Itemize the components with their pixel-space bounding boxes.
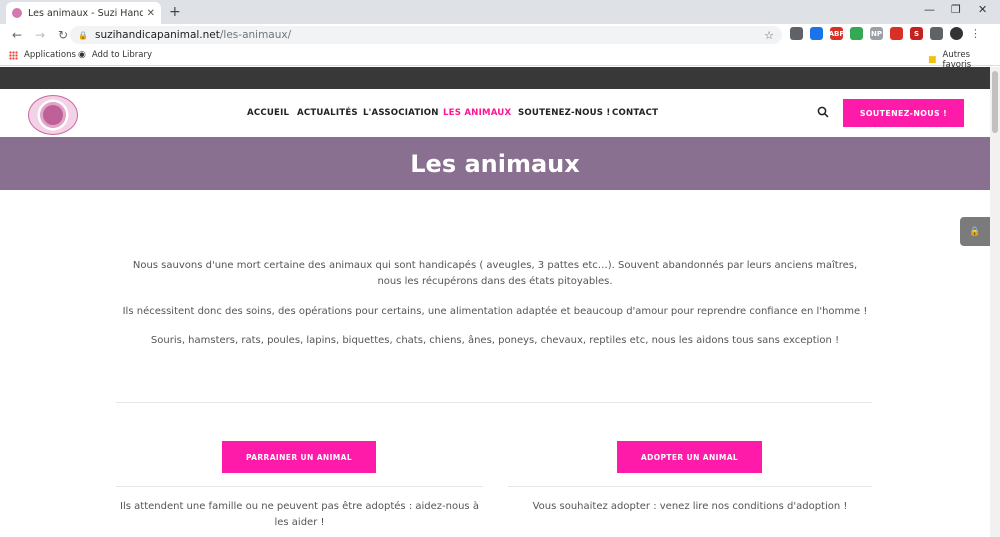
browser-tab-bar: Les animaux - Suzi Handicap Ani ✕ + — ❐ … bbox=[0, 0, 1000, 24]
species-paragraph: Souris, hamsters, rats, poules, lapins, … bbox=[150, 335, 840, 346]
adopt-description: Vous souhaitez adopter : venez lire nos … bbox=[532, 501, 848, 512]
minimize-icon[interactable]: — bbox=[924, 3, 935, 16]
address-bar-row: ← → ↻ 🔒 suzihandicapanimal.net /les-anim… bbox=[0, 24, 1000, 46]
logo-emblem bbox=[43, 105, 63, 125]
bookmark-add-to-library[interactable]: ◉ Add to Library bbox=[78, 50, 152, 60]
extension-icon[interactable] bbox=[810, 27, 823, 40]
extensions-toolbar: ABP NP S ⋮ bbox=[790, 27, 981, 40]
extension-icon[interactable] bbox=[890, 27, 903, 40]
side-lock-icon[interactable]: 🔒 bbox=[960, 217, 990, 246]
nav-item-accueil[interactable]: ACCUEIL bbox=[247, 108, 289, 118]
nav-item-soutenez-nous[interactable]: SOUTENEZ-NOUS ! bbox=[518, 108, 611, 118]
globe-icon: ◉ bbox=[78, 50, 86, 60]
url-input[interactable]: 🔒 suzihandicapanimal.net /les-animaux/ ☆ bbox=[70, 26, 782, 44]
back-icon[interactable]: ← bbox=[11, 28, 23, 42]
url-path: /les-animaux/ bbox=[219, 29, 292, 41]
right-card-divider bbox=[508, 486, 872, 487]
site-header: ACCUEIL ACTUALITÉS L'ASSOCIATION LES ANI… bbox=[0, 89, 990, 137]
close-window-icon[interactable]: ✕ bbox=[978, 3, 987, 16]
extension-icon[interactable]: NP bbox=[870, 27, 883, 40]
profile-avatar-icon[interactable] bbox=[950, 27, 963, 40]
close-tab-icon[interactable]: ✕ bbox=[147, 8, 155, 19]
nav-item-actualites[interactable]: ACTUALITÉS bbox=[297, 108, 358, 118]
sponsor-animal-button[interactable]: PARRAINER UN ANIMAL bbox=[222, 441, 376, 473]
reload-icon[interactable]: ↻ bbox=[57, 28, 69, 42]
page-title-banner: Les animaux bbox=[0, 137, 990, 190]
maximize-icon[interactable]: ❐ bbox=[951, 3, 961, 16]
url-host: suzihandicapanimal.net bbox=[94, 29, 220, 41]
bookmark-applications[interactable]: Applications bbox=[9, 50, 76, 60]
site-logo[interactable] bbox=[28, 95, 78, 135]
intro-paragraph: Nous sauvons d'une mort certaine des ani… bbox=[132, 260, 858, 287]
extension-icon[interactable]: S bbox=[910, 27, 923, 40]
browser-tab[interactable]: Les animaux - Suzi Handicap Ani ✕ bbox=[6, 2, 161, 24]
browser-menu-icon[interactable]: ⋮ bbox=[970, 27, 981, 40]
bookmark-label: Applications bbox=[24, 50, 76, 60]
lock-icon: 🔒 bbox=[78, 30, 88, 40]
site-favicon-icon bbox=[12, 8, 22, 18]
section-divider bbox=[116, 402, 872, 403]
scrollbar-thumb[interactable] bbox=[992, 71, 998, 133]
folder-icon: ■ bbox=[928, 55, 937, 65]
bookmark-star-icon[interactable]: ☆ bbox=[764, 29, 774, 42]
bookmark-label: Add to Library bbox=[91, 50, 152, 60]
search-icon[interactable] bbox=[817, 106, 829, 118]
page-scrollbar[interactable] bbox=[990, 67, 1000, 537]
adopt-animal-button[interactable]: ADOPTER UN ANIMAL bbox=[617, 441, 762, 473]
left-card-divider bbox=[116, 486, 483, 487]
page-title: Les animaux bbox=[410, 149, 580, 178]
extension-icon[interactable] bbox=[790, 27, 803, 40]
extension-icon[interactable] bbox=[930, 27, 943, 40]
nav-item-contact[interactable]: CONTACT bbox=[612, 108, 658, 118]
apps-grid-icon bbox=[9, 50, 18, 60]
sponsor-description: Ils attendent une famille ou ne peuvent … bbox=[120, 501, 479, 528]
extension-icon[interactable]: ABP bbox=[829, 27, 844, 40]
tab-title: Les animaux - Suzi Handicap Ani bbox=[28, 7, 143, 19]
support-us-button[interactable]: SOUTENEZ-NOUS ! bbox=[843, 99, 964, 127]
extension-icon[interactable] bbox=[850, 27, 863, 40]
care-paragraph: Ils nécessitent donc des soins, des opér… bbox=[122, 306, 868, 317]
bookmarks-bar: Applications ◉ Add to Library ■ Autres f… bbox=[0, 46, 1000, 70]
forward-icon[interactable]: → bbox=[34, 28, 46, 42]
nav-item-association[interactable]: L'ASSOCIATION bbox=[363, 108, 439, 118]
site-top-strip bbox=[0, 67, 990, 89]
nav-item-les-animaux[interactable]: LES ANIMAUX bbox=[443, 108, 511, 118]
new-tab-button[interactable]: + bbox=[169, 4, 181, 20]
